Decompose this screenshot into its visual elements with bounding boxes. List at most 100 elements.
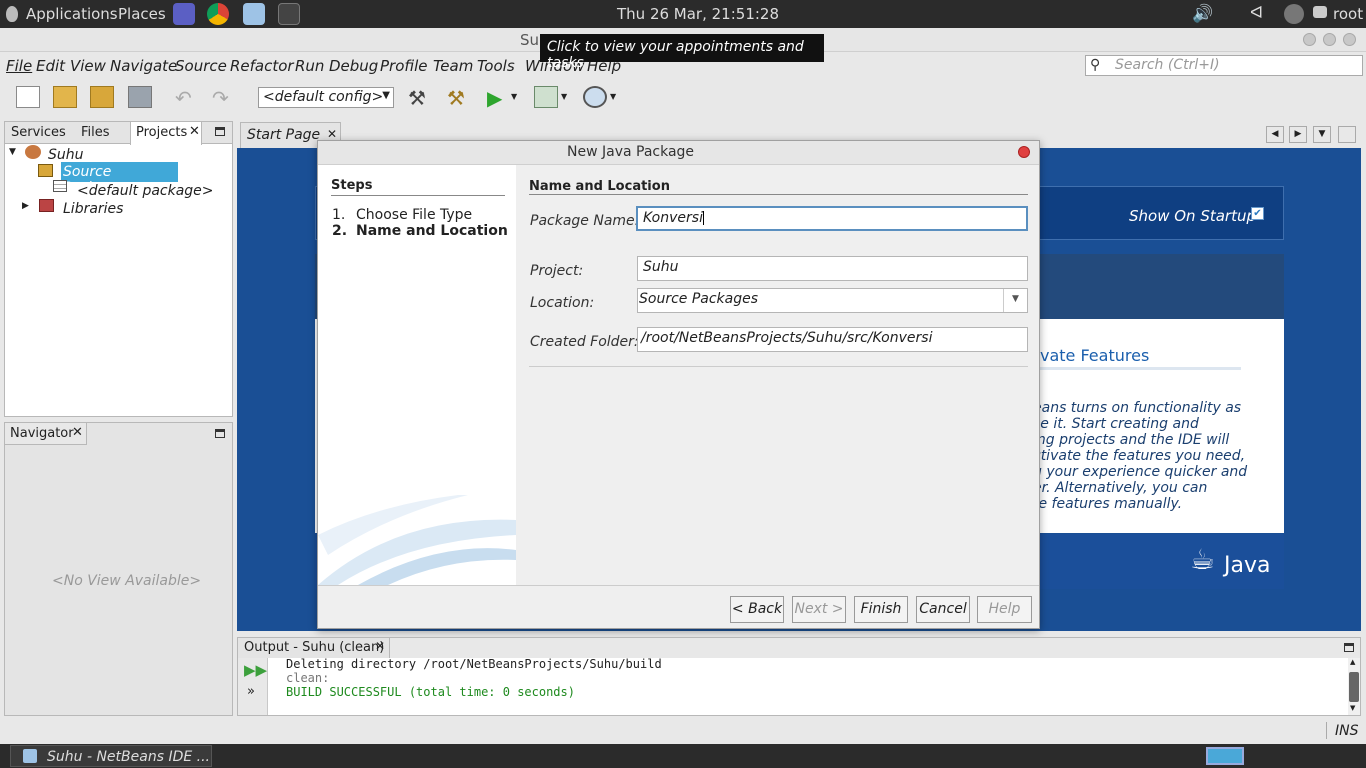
collapsed-arrow-icon[interactable]: ▶: [22, 201, 29, 211]
debug-icon[interactable]: [534, 86, 558, 108]
undo-icon[interactable]: ↶: [175, 86, 199, 110]
tree-libraries[interactable]: Libraries: [63, 201, 123, 217]
output-scrollbar[interactable]: ▲ ▼: [1348, 658, 1360, 715]
menu-navigate[interactable]: Navigate: [110, 57, 177, 75]
rerun-icon[interactable]: ▶▶: [244, 661, 267, 679]
profile-dropdown-icon[interactable]: ▼: [610, 92, 620, 114]
search-input[interactable]: ⚲ Search (Ctrl+I): [1085, 55, 1363, 76]
location-select[interactable]: Source Packages ▼: [637, 288, 1028, 313]
menu-profile[interactable]: Profile: [380, 57, 427, 75]
tree-project-suhu[interactable]: Suhu: [48, 147, 84, 163]
scroll-up-icon[interactable]: ▲: [1350, 658, 1355, 666]
debug-dropdown-icon[interactable]: ▼: [561, 92, 571, 114]
features-line: se it. Start creating and: [1033, 416, 1199, 432]
dialog-titlebar[interactable]: New Java Package: [318, 141, 1039, 165]
back-button[interactable]: < Back: [730, 596, 784, 623]
steps-decoration: [318, 495, 516, 585]
search-icon[interactable]: ⚲: [1090, 57, 1100, 73]
config-select[interactable]: <default config> ▼: [258, 87, 394, 108]
network-icon[interactable]: [1284, 4, 1304, 24]
run-icon[interactable]: ▶: [487, 86, 511, 110]
maximize-editor-icon[interactable]: [1338, 126, 1356, 143]
package-name-field[interactable]: Konversi: [636, 206, 1028, 231]
more-actions-icon[interactable]: »: [247, 684, 255, 699]
menu-tools[interactable]: Tools: [477, 57, 515, 75]
close-icon[interactable]: ✕: [189, 124, 200, 139]
tab-list-icon[interactable]: ▼: [1313, 126, 1331, 143]
maximize-button[interactable]: [1323, 33, 1336, 46]
output-line: Deleting directory /root/NetBeansProject…: [286, 657, 662, 671]
chat-icon[interactable]: [1313, 6, 1327, 18]
redo-icon[interactable]: ↷: [212, 86, 236, 110]
tab-projects-label: Projects: [136, 125, 188, 140]
bluetooth-icon[interactable]: ᐊ: [1250, 3, 1263, 23]
build-icon[interactable]: ⚒: [408, 86, 432, 110]
terminal-icon[interactable]: [278, 3, 300, 25]
scroll-left-icon[interactable]: ◀: [1266, 126, 1284, 143]
dialog-close-icon[interactable]: [1018, 146, 1030, 158]
profile-icon[interactable]: [583, 86, 607, 108]
applications-menu[interactable]: Applications: [26, 5, 118, 23]
created-folder-field[interactable]: /root/NetBeansProjects/Suhu/src/Konversi: [637, 327, 1028, 352]
menu-view[interactable]: View: [70, 57, 106, 75]
java-logo: Java: [1224, 553, 1271, 578]
finish-button[interactable]: Finish: [854, 596, 908, 623]
cancel-button[interactable]: Cancel: [916, 596, 970, 623]
package-name-label: Package Name:: [530, 213, 640, 229]
new-file-icon[interactable]: [16, 86, 40, 108]
menu-source[interactable]: Source: [175, 57, 227, 75]
features-line: te features manually.: [1033, 496, 1183, 512]
close-icon[interactable]: ✕: [327, 127, 337, 141]
features-text: eans turns on functionality as se it. St…: [1033, 400, 1247, 512]
open-project-icon[interactable]: [90, 86, 114, 108]
tree-default-package[interactable]: <default package>: [77, 183, 214, 199]
netbeans-icon[interactable]: [243, 3, 265, 25]
minimize-button[interactable]: [1303, 33, 1316, 46]
top-panel: Applications Places Thu 26 Mar, 21:51:28…: [0, 0, 1366, 28]
show-on-startup-checkbox[interactable]: ✔: [1251, 207, 1264, 220]
navigator-tab[interactable]: Navigator ✕: [5, 423, 87, 445]
close-window-button[interactable]: [1343, 33, 1356, 46]
scroll-right-icon[interactable]: ▶: [1289, 126, 1307, 143]
scroll-down-icon[interactable]: ▼: [1350, 704, 1355, 712]
next-button-label: Next >: [794, 601, 844, 617]
clock[interactable]: Thu 26 Mar, 21:51:28: [617, 5, 779, 23]
menu-refactor[interactable]: Refactor: [230, 57, 294, 75]
launcher-icon[interactable]: [173, 3, 195, 25]
gnome-foot-icon[interactable]: [6, 6, 18, 22]
scrollbar-thumb[interactable]: [1349, 672, 1359, 702]
user-menu[interactable]: root: [1333, 5, 1363, 23]
minimize-panel-icon[interactable]: [1344, 643, 1354, 652]
places-menu[interactable]: Places: [118, 5, 166, 23]
close-icon[interactable]: ✕: [375, 639, 385, 653]
menu-run[interactable]: Run: [295, 57, 324, 75]
tab-projects[interactable]: Projects ✕: [130, 121, 202, 145]
taskbar-item[interactable]: Suhu - NetBeans IDE ...: [10, 745, 212, 767]
expand-icon[interactable]: ▼: [9, 147, 16, 157]
close-icon[interactable]: ✕: [72, 425, 83, 440]
output-tab[interactable]: Output - Suhu (clean) ✕: [238, 638, 390, 658]
minimize-panel-icon[interactable]: [215, 127, 225, 136]
run-dropdown-icon[interactable]: ▼: [511, 92, 521, 114]
menu-team[interactable]: Team: [433, 57, 473, 75]
menu-edit[interactable]: Edit: [36, 57, 65, 75]
next-button[interactable]: Next >: [792, 596, 846, 623]
volume-icon[interactable]: 🔊: [1192, 4, 1213, 24]
output-title: Output - Suhu (clean): [244, 640, 385, 655]
save-all-icon[interactable]: [128, 86, 152, 108]
tab-services[interactable]: Services: [11, 125, 66, 140]
clean-build-icon[interactable]: ⚒: [447, 86, 471, 110]
new-project-icon[interactable]: [53, 86, 77, 108]
menu-file[interactable]: File: [6, 57, 32, 75]
tab-files[interactable]: Files: [81, 125, 110, 140]
tree-source-packages[interactable]: Source Packages: [61, 162, 178, 196]
menu-debug[interactable]: Debug: [329, 57, 378, 75]
location-value: Source Packages: [639, 291, 759, 307]
help-button[interactable]: Help: [977, 596, 1032, 623]
features-heading[interactable]: vate Features: [1040, 346, 1149, 365]
chrome-icon[interactable]: [207, 3, 229, 25]
output-tabstrip: [390, 638, 1360, 658]
workspace-switcher-icon[interactable]: [1206, 747, 1244, 765]
project-field[interactable]: Suhu: [637, 256, 1028, 281]
minimize-panel-icon[interactable]: [215, 429, 225, 438]
